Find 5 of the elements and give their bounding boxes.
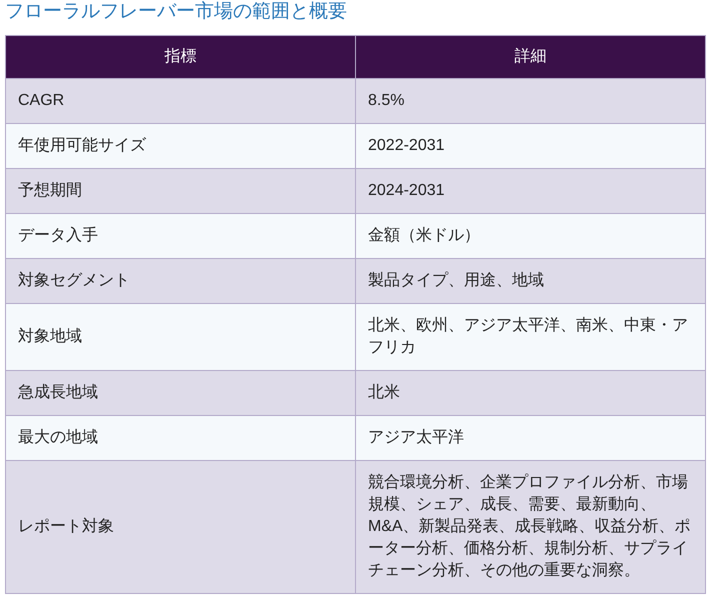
table-title: フローラルフレーバー市場の範囲と概要 xyxy=(5,0,347,24)
table-cell: 競合環境分析、企業プロファイル分析、市場規模、シェア、成長、需要、最新動向、M&A、新製品発表、成長戦略、収益分析、ポーター分析、価格分析、規制分析、サプライチェーン分析、その他の重要な洞察。 xyxy=(356,460,706,594)
column-header: 詳細 xyxy=(356,36,706,78)
column-header: 指標 xyxy=(6,36,356,78)
table-cell: レポート対象 xyxy=(6,460,356,594)
